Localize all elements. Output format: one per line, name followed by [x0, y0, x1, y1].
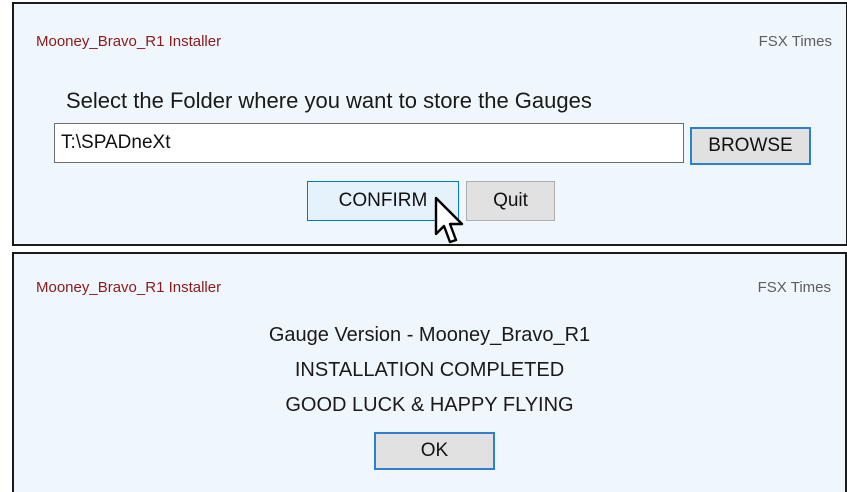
dialog-app-title: Mooney_Bravo_R1 Installer — [36, 279, 222, 296]
message-line: GOOD LUCK & HAPPY FLYING — [285, 394, 574, 416]
folder-path-input[interactable]: T:\SPADneXt — [54, 123, 684, 163]
brand-label: FSX Times — [757, 279, 831, 296]
browse-button[interactable]: BROWSE — [690, 127, 811, 165]
brand-label: FSX Times — [758, 33, 832, 50]
folder-prompt: Select the Folder where you want to stor… — [66, 88, 592, 113]
message-line: Gauge Version - Mooney_Bravo_R1 — [268, 324, 591, 346]
dialog-app-title: Mooney_Bravo_R1 Installer — [36, 33, 222, 50]
install-complete-dialog: Mooney_Bravo_R1 Installer FSX Times Gaug… — [12, 252, 847, 492]
quit-button[interactable]: Quit — [466, 181, 555, 221]
message-line: INSTALLATION COMPLETED — [294, 359, 565, 381]
mouse-pointer-icon — [434, 196, 464, 244]
ok-button[interactable]: OK — [374, 432, 495, 470]
folder-select-dialog: Mooney_Bravo_R1 Installer FSX Times Sele… — [12, 2, 847, 246]
